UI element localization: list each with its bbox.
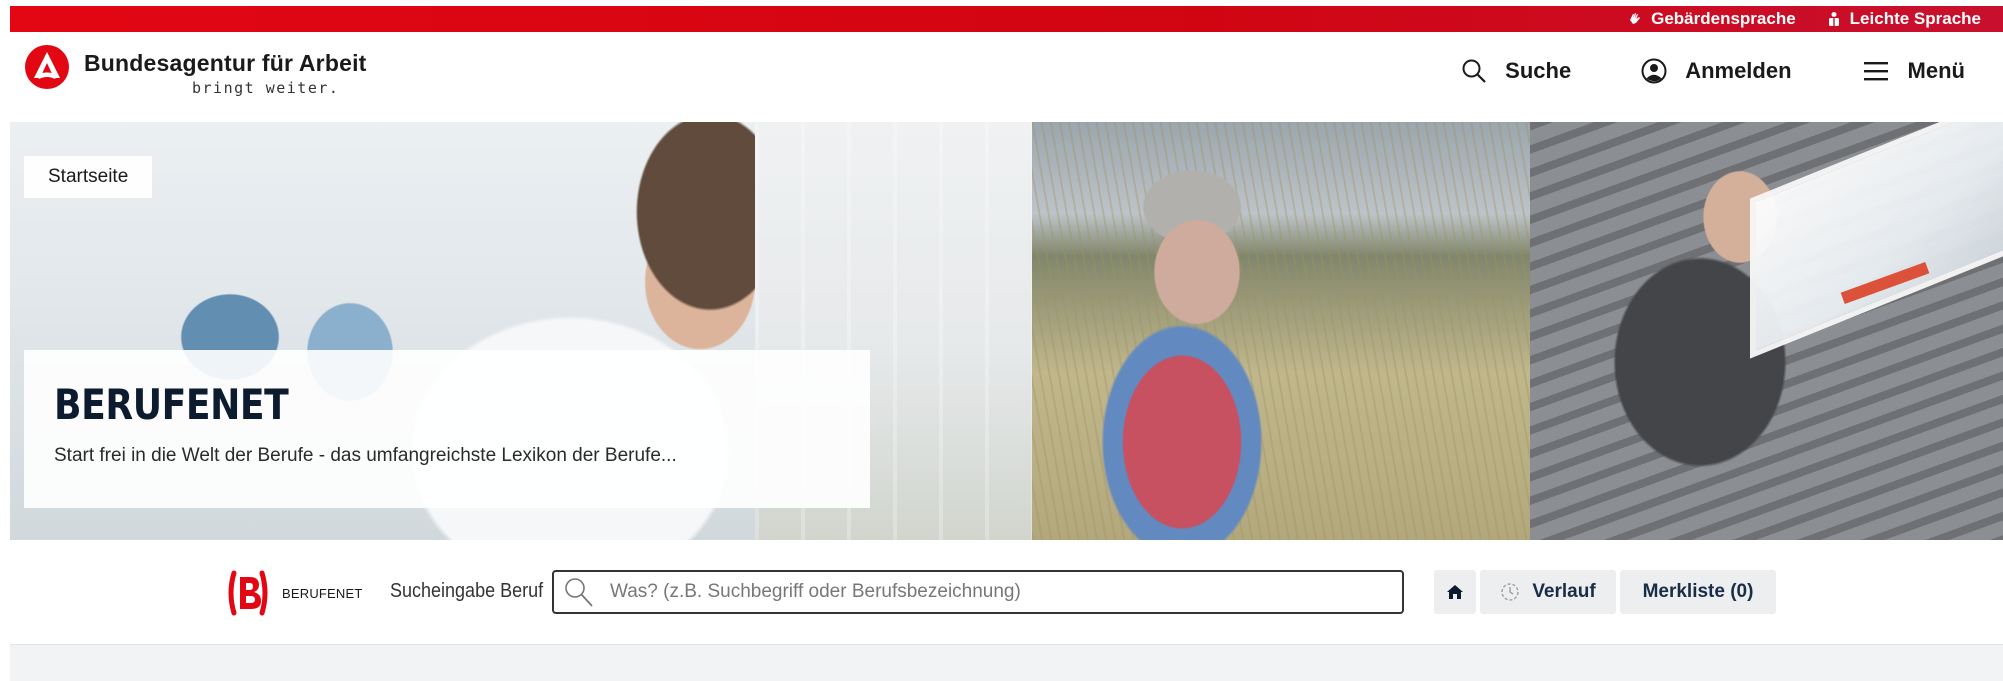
berufenet-b-icon <box>228 570 268 616</box>
site-header: Bundesagentur für Arbeit bringt weiter. … <box>10 32 2003 122</box>
search-actions: Verlauf Merkliste (0) <box>1434 570 1776 614</box>
site-logo[interactable]: Bundesagentur für Arbeit bringt weiter. <box>24 44 367 97</box>
hero-banner: Startseite BERUFENET Start frei in die W… <box>10 122 2003 540</box>
history-icon <box>1501 583 1520 601</box>
magnifier-icon <box>565 578 593 607</box>
search-icon <box>1462 59 1486 83</box>
user-icon <box>1641 58 1667 84</box>
home-button[interactable] <box>1434 570 1476 614</box>
easy-language-link[interactable]: Leichte Sprache <box>1826 9 1981 29</box>
logo-title: Bundesagentur für Arbeit <box>84 50 367 76</box>
history-label: Verlauf <box>1532 581 1596 602</box>
page-subtitle: Start frei in die Welt der Berufe - das … <box>54 445 677 466</box>
search-field-label: Sucheingabe Beruf <box>390 580 544 602</box>
sign-language-link[interactable]: Gebärdensprache <box>1627 9 1796 29</box>
page-title: BERUFENET <box>54 380 289 429</box>
watchlist-button[interactable]: Merkliste (0) <box>1620 570 1776 614</box>
hero-card: BERUFENET Start frei in die Welt der Ber… <box>24 350 870 508</box>
sign-language-label: Gebärdensprache <box>1651 9 1796 28</box>
berufenet-logo[interactable]: BERUFENET <box>226 570 363 616</box>
login-button[interactable]: Anmelden <box>1641 58 1792 84</box>
easy-language-icon <box>1828 12 1839 26</box>
berufenet-searchbar: BERUFENET Sucheingabe Beruf Verlauf Merk… <box>10 540 2003 644</box>
job-search-box[interactable] <box>552 570 1404 614</box>
home-icon <box>1447 585 1463 599</box>
search-button[interactable]: Suche <box>1461 58 1571 84</box>
easy-language-label: Leichte Sprache <box>1849 9 1981 28</box>
breadcrumb-home[interactable]: Startseite <box>24 156 153 198</box>
job-search-input[interactable] <box>610 581 1390 603</box>
accessibility-bar: Gebärdensprache Leichte Sprache <box>10 6 2003 32</box>
menu-button[interactable]: Menü <box>1862 58 1965 84</box>
history-button[interactable]: Verlauf <box>1480 570 1616 614</box>
sign-language-icon <box>1630 13 1641 24</box>
header-nav: Suche Anmelden Menü <box>1461 58 1965 84</box>
hamburger-icon <box>1863 62 1888 81</box>
ba-logo-icon <box>25 45 69 89</box>
berufenet-brand: BERUFENET <box>282 585 363 601</box>
menu-label: Menü <box>1907 58 1965 83</box>
login-label: Anmelden <box>1685 58 1792 83</box>
content-area-top <box>10 644 2003 681</box>
logo-tagline: bringt weiter. <box>192 79 340 97</box>
search-label: Suche <box>1505 58 1572 83</box>
